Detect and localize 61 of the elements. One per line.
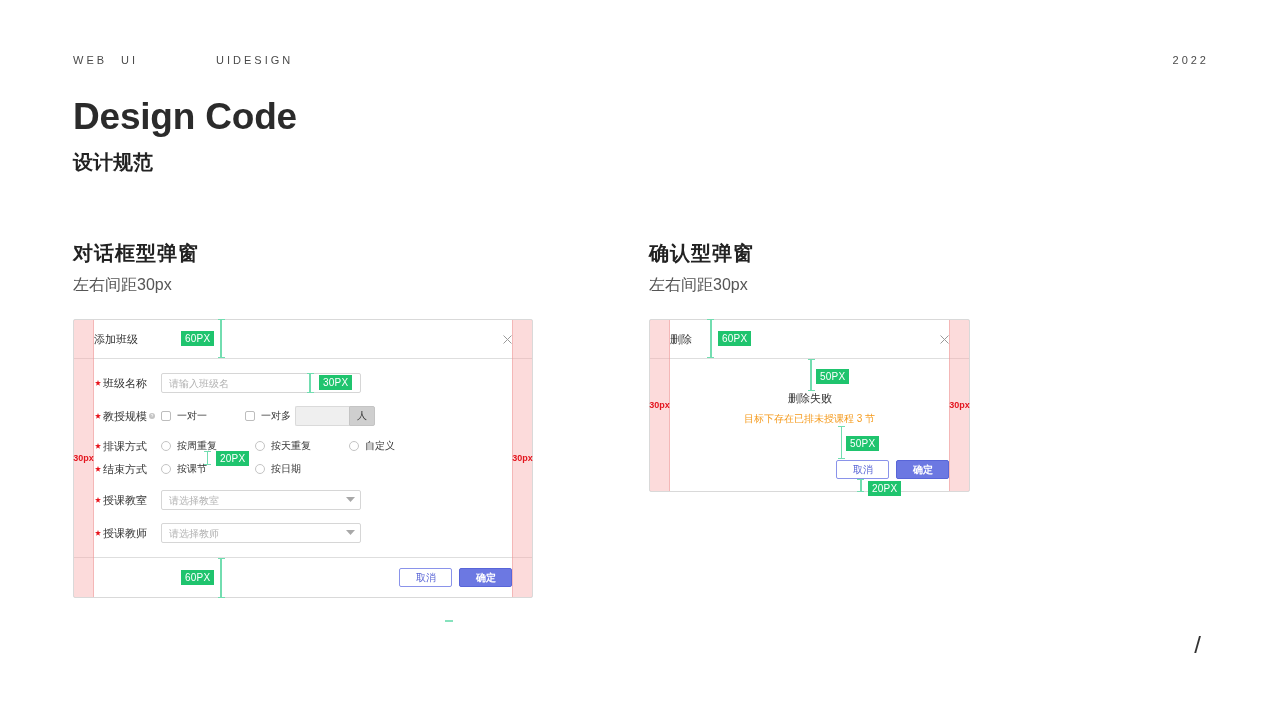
option-label: 一对多 [261, 410, 291, 422]
option-label: 按课节 [177, 463, 207, 475]
caret-icon [346, 497, 355, 502]
field-label: 授课教室 [103, 493, 147, 507]
option-label: 自定义 [365, 440, 395, 452]
page-subtitle: 设计规范 [73, 150, 153, 174]
dialog-title: 添加班级 [94, 332, 138, 346]
number-input[interactable] [295, 406, 349, 426]
section-note: 左右间距30px [649, 275, 748, 295]
field-label: 教授规模 [103, 409, 147, 423]
select-field[interactable]: 请选择教室 [161, 490, 361, 510]
dimension-label: 50PX [816, 369, 850, 384]
close-icon[interactable] [940, 334, 949, 344]
field-label: 班级名称 [103, 376, 147, 390]
close-icon[interactable] [503, 334, 512, 344]
help-icon[interactable] [149, 413, 155, 419]
page-title: Design Code [73, 96, 297, 138]
radio-button[interactable] [349, 441, 359, 451]
page-mark: / [1194, 632, 1201, 658]
radio-button[interactable] [255, 464, 265, 474]
checkbox[interactable] [161, 411, 171, 421]
option-label: 按周重复 [177, 440, 217, 452]
dimension-label: 20PX [868, 481, 902, 496]
dialog-title: 删除 [670, 332, 692, 346]
field-label: 结束方式 [103, 462, 147, 476]
section-heading: 对话框型弹窗 [73, 241, 199, 266]
year-label: 2022 [1172, 54, 1209, 66]
dimension-label: 60PX [181, 570, 215, 585]
dimension-label: 20PX [216, 451, 250, 466]
dimension-label: 60PX [718, 331, 752, 346]
confirm-button[interactable]: 确定 [459, 568, 512, 587]
dialog-message: 删除失败 [787, 391, 832, 405]
section-heading: 确认型弹窗 [649, 241, 754, 266]
checkbox[interactable] [245, 411, 255, 421]
dash-icon [445, 620, 453, 622]
header-tag: UIDESIGN [216, 54, 294, 66]
header-tag: WEB [73, 54, 108, 66]
unit-addon: 人 [349, 406, 375, 426]
padding-label: 30px [73, 453, 94, 464]
field-label: 排课方式 [103, 439, 147, 453]
padding-label: 30px [512, 453, 533, 464]
option-label: 一对一 [177, 410, 207, 422]
cancel-button[interactable]: 取消 [836, 460, 889, 479]
dimension-label: 30PX [319, 375, 353, 390]
caret-icon [346, 530, 355, 535]
field-label: 授课教师 [103, 526, 147, 540]
radio-button[interactable] [161, 464, 171, 474]
radio-button[interactable] [161, 441, 171, 451]
option-label: 按日期 [271, 463, 301, 475]
dimension-label: 60PX [181, 331, 215, 346]
confirm-button[interactable]: 确定 [896, 460, 949, 479]
header-tag: UI [121, 54, 139, 66]
warning-text: 目标下存在已排未授课程 3 节 [743, 412, 876, 426]
section-note: 左右间距30px [73, 275, 172, 295]
radio-button[interactable] [255, 441, 265, 451]
padding-label: 30px [649, 400, 670, 411]
select-field[interactable]: 请选择教师 [161, 523, 361, 543]
padding-label: 30px [949, 400, 970, 411]
option-label: 按天重复 [271, 440, 311, 452]
cancel-button[interactable]: 取消 [399, 568, 452, 587]
dimension-label: 50PX [846, 436, 880, 451]
